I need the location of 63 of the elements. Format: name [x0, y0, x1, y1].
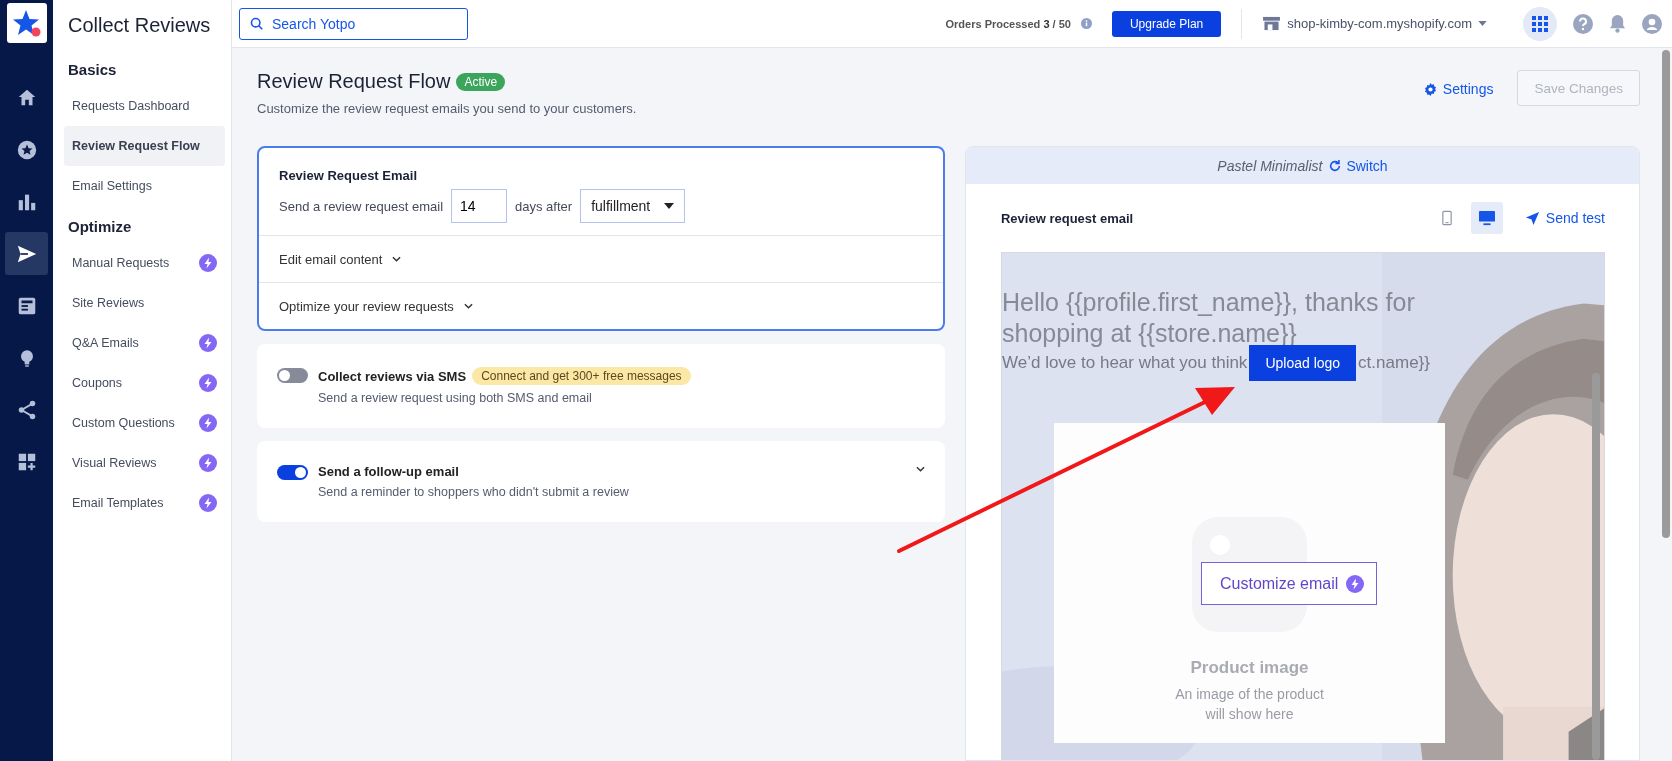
customize-email-button[interactable]: Customize email	[1201, 562, 1378, 605]
template-name: Pastel Minimalist	[1217, 157, 1323, 174]
toggle-switch[interactable]	[277, 465, 308, 480]
product-text: An image of the product will show here	[1174, 685, 1325, 724]
promo-badge: Connect and get 300+ free messages	[472, 367, 691, 385]
upload-logo-button[interactable]: Upload logo	[1249, 345, 1357, 381]
trigger-dropdown[interactable]: fulfillment	[580, 189, 686, 223]
toggle-switch[interactable]	[277, 368, 308, 383]
page-subtitle: Customize the review request emails you send to your customers.	[257, 101, 638, 116]
settings-link[interactable]: Settings	[1423, 81, 1494, 97]
search-field[interactable]: Search Yotpo	[239, 7, 468, 40]
send-test-link[interactable]: Send test	[1524, 210, 1605, 226]
scrollbar[interactable]	[1592, 373, 1600, 760]
intro-text: We’d love to hear what you think	[1002, 353, 1248, 373]
sidebar-item[interactable]: Q&A Emails	[64, 323, 225, 363]
collapsible-section[interactable]: Edit email content	[259, 236, 943, 282]
search-icon	[250, 16, 264, 31]
sidebar-item[interactable]: Review Request Flow	[64, 126, 225, 166]
caret-icon	[1478, 21, 1487, 26]
send-icon	[1524, 210, 1540, 226]
lightning-icon	[1346, 574, 1365, 593]
option-title: Collect reviews via SMS	[318, 368, 467, 384]
section-heading: Optimize	[68, 218, 133, 235]
sidebar-item[interactable]: Requests Dashboard	[64, 86, 225, 126]
apps-grid-icon[interactable]	[1523, 6, 1557, 41]
sidebar-item[interactable]: Manual Requests	[64, 243, 225, 283]
nav-item-highlight[interactable]	[5, 232, 48, 275]
card-title: Review Request Email	[279, 168, 418, 183]
upgrade-button[interactable]: Upgrade Plan	[1111, 10, 1222, 37]
logo-icon[interactable]	[6, 3, 47, 43]
page-title: Review Request Flow	[257, 70, 451, 93]
option-title: Send a follow-up email	[318, 464, 459, 479]
status-badge: Active	[456, 72, 506, 91]
refresh-icon	[1328, 158, 1343, 173]
mobile-icon	[1441, 210, 1452, 226]
label-text: Send a review request email	[279, 198, 444, 214]
sidebar-item[interactable]: Email Templates	[64, 483, 225, 523]
section-heading: Basics	[68, 61, 118, 78]
switch-link[interactable]: Switch	[1328, 157, 1388, 174]
sidebar-item[interactable]: Site Reviews	[64, 283, 225, 323]
scrollbar[interactable]	[1662, 50, 1670, 538]
option-description: Send a reminder to shoppers who didn't submit a review	[318, 485, 630, 499]
product-title: Product image	[1190, 658, 1309, 678]
days-input[interactable]: 14	[451, 189, 508, 223]
preview-title: Review request email	[1001, 210, 1134, 226]
intro-text: ct.name}}	[1358, 353, 1430, 373]
option-description: Send a review request using both SMS and email	[318, 391, 593, 405]
sidebar-item[interactable]: Visual Reviews	[64, 443, 225, 483]
sidebar-title: Collect Reviews	[68, 14, 212, 37]
chevron-icon[interactable]	[916, 466, 925, 472]
sidebar-item[interactable]: Email Settings	[64, 166, 225, 206]
desktop-view-button[interactable]	[1470, 202, 1503, 234]
sidebar-item[interactable]: Custom Questions	[64, 403, 225, 443]
orders-processed: Orders Processed 3 / 50	[945, 17, 1071, 30]
store-icon	[1262, 16, 1282, 31]
info-icon[interactable]	[1080, 18, 1092, 29]
label-text: days after	[515, 198, 573, 214]
collapsible-section[interactable]: Optimize your review requests	[259, 282, 943, 329]
sidebar-item[interactable]: Coupons	[64, 363, 225, 403]
store-selector[interactable]: shop-kimby-com.myshopify.com	[1262, 16, 1487, 31]
desktop-icon	[1477, 210, 1496, 226]
settings-icon	[1423, 82, 1437, 96]
caret-icon	[664, 203, 675, 209]
